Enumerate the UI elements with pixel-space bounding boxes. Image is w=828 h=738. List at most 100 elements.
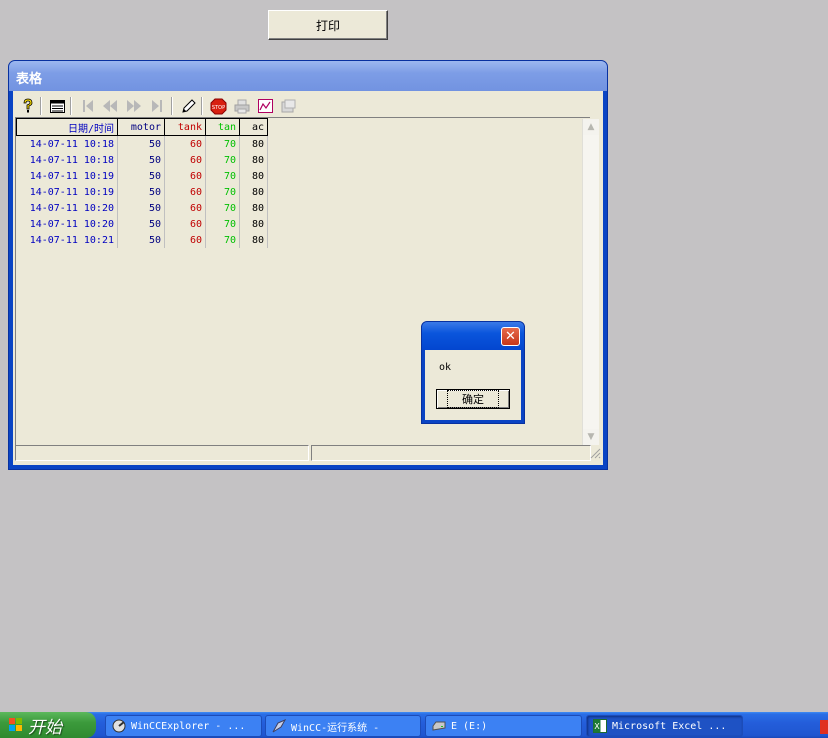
table-row[interactable]: 14-07-11 10:18 50 60 70 80 (16, 152, 268, 168)
task-wincc-runtime[interactable]: WinCC-运行系统 - (265, 715, 421, 737)
table-cell: 80 (239, 232, 268, 248)
window-title: 表格 (16, 72, 43, 87)
table-cell: 70 (205, 168, 240, 184)
status-pane-right (311, 445, 591, 461)
header-motor[interactable]: motor (117, 118, 165, 136)
window-titlebar[interactable]: 表格 (9, 61, 607, 91)
table-cell: 60 (164, 184, 206, 200)
table-row[interactable]: 14-07-11 10:20 50 60 70 80 (16, 200, 268, 216)
table-cell: 14-07-11 10:21 (16, 232, 118, 248)
drive-icon (432, 719, 446, 733)
table-cell: 80 (239, 216, 268, 232)
table-cell: 50 (117, 184, 165, 200)
message-box-body: ok 确定 (425, 350, 521, 420)
table-cell: 14-07-11 10:19 (16, 184, 118, 200)
table-cell: 50 (117, 216, 165, 232)
table-cell: 80 (239, 152, 268, 168)
table-cell: 70 (205, 216, 240, 232)
table-cell: 80 (239, 135, 268, 152)
table-cell: 50 (117, 168, 165, 184)
table-cell: 14-07-11 10:18 (16, 135, 118, 152)
table-cell: 60 (164, 232, 206, 248)
header-datetime[interactable]: 日期/时间 (16, 118, 118, 136)
table-cell: 14-07-11 10:20 (16, 216, 118, 232)
previous-page-icon[interactable] (101, 97, 119, 115)
table-cell: 14-07-11 10:18 (16, 152, 118, 168)
scroll-down-icon[interactable]: ▼ (583, 429, 599, 445)
windows-logo-icon (8, 717, 24, 733)
task-excel[interactable]: X Microsoft Excel ... (586, 715, 743, 737)
last-record-icon[interactable] (148, 97, 166, 115)
table-cell: 50 (117, 152, 165, 168)
svg-text:STOP: STOP (211, 105, 224, 111)
table-cell: 50 (117, 200, 165, 216)
start-button[interactable]: 开始 (0, 712, 96, 738)
first-record-icon[interactable] (79, 97, 97, 115)
start-label: 开始 (28, 717, 62, 738)
wincc-explorer-icon (112, 719, 126, 733)
table-cell: 80 (239, 184, 268, 200)
taskbar: 开始 WinCCExplorer - ... WinCC-运行系统 - E (E… (0, 712, 828, 738)
task-label: E (E:) (451, 720, 488, 732)
table-cell: 70 (205, 232, 240, 248)
table-cell: 70 (205, 152, 240, 168)
header-tank[interactable]: tank (164, 118, 206, 136)
wincc-runtime-icon (272, 719, 286, 733)
excel-icon: X (593, 719, 607, 733)
task-drive-e[interactable]: E (E:) (425, 715, 582, 737)
edit-icon[interactable] (179, 97, 197, 115)
table-cell: 14-07-11 10:19 (16, 168, 118, 184)
chart-icon[interactable] (256, 97, 274, 115)
task-label: WinCC-运行系统 - (291, 722, 380, 734)
table-cell: 80 (239, 168, 268, 184)
table-cell: 70 (205, 200, 240, 216)
status-pane-left (15, 445, 309, 461)
svg-text:X: X (594, 722, 600, 731)
message-box-titlebar[interactable]: ✕ (422, 322, 524, 350)
print-icon[interactable] (233, 97, 251, 115)
table-cell: 70 (205, 184, 240, 200)
table-cell: 60 (164, 135, 206, 152)
header-ac[interactable]: ac (239, 118, 268, 136)
task-wincc-explorer[interactable]: WinCCExplorer - ... (105, 715, 262, 737)
table-row[interactable]: 14-07-11 10:19 50 60 70 80 (16, 168, 268, 184)
table-row[interactable]: 14-07-11 10:18 50 60 70 80 (16, 135, 268, 152)
table-cell: 80 (239, 200, 268, 216)
table-cell: 14-07-11 10:20 (16, 200, 118, 216)
toolbar-separator (40, 97, 42, 115)
help-icon[interactable] (19, 97, 37, 115)
next-page-icon[interactable] (125, 97, 143, 115)
toolbar-separator (171, 97, 173, 115)
table-cell: 60 (164, 168, 206, 184)
ok-button-label: 确定 (447, 390, 499, 408)
header-tan[interactable]: tan (205, 118, 240, 136)
export-icon[interactable] (279, 97, 297, 115)
table-select-icon[interactable] (48, 97, 66, 115)
ok-button[interactable]: 确定 (436, 389, 510, 409)
table-row[interactable]: 14-07-11 10:20 50 60 70 80 (16, 216, 268, 232)
table-cell: 60 (164, 152, 206, 168)
scroll-up-icon[interactable]: ▲ (583, 119, 599, 135)
toolbar-separator (201, 97, 203, 115)
task-label: Microsoft Excel ... (612, 720, 727, 732)
table-header-row: 日期/时间 motor tank tan ac (16, 118, 268, 136)
toolbar: STOP (15, 93, 601, 119)
close-icon[interactable]: ✕ (501, 327, 520, 346)
print-button[interactable]: 打印 (268, 10, 388, 40)
stop-icon[interactable]: STOP (209, 97, 227, 115)
table-cell: 70 (205, 135, 240, 152)
message-text: ok (439, 362, 452, 373)
table-row[interactable]: 14-07-11 10:19 50 60 70 80 (16, 184, 268, 200)
status-bar (15, 445, 601, 463)
toolbar-separator (70, 97, 72, 115)
table-cell: 60 (164, 200, 206, 216)
table-cell: 50 (117, 232, 165, 248)
tray-icon[interactable] (820, 720, 828, 734)
data-table: 日期/时间 motor tank tan ac 14-07-11 10:18 50… (16, 118, 268, 248)
message-box: ✕ ok 确定 (421, 321, 525, 424)
resize-grip-icon[interactable] (589, 447, 601, 459)
table-cell: 60 (164, 216, 206, 232)
vertical-scrollbar[interactable]: ▲ ▼ (582, 119, 599, 445)
table-row[interactable]: 14-07-11 10:21 50 60 70 80 (16, 232, 268, 248)
task-label: WinCCExplorer - ... (131, 720, 246, 732)
